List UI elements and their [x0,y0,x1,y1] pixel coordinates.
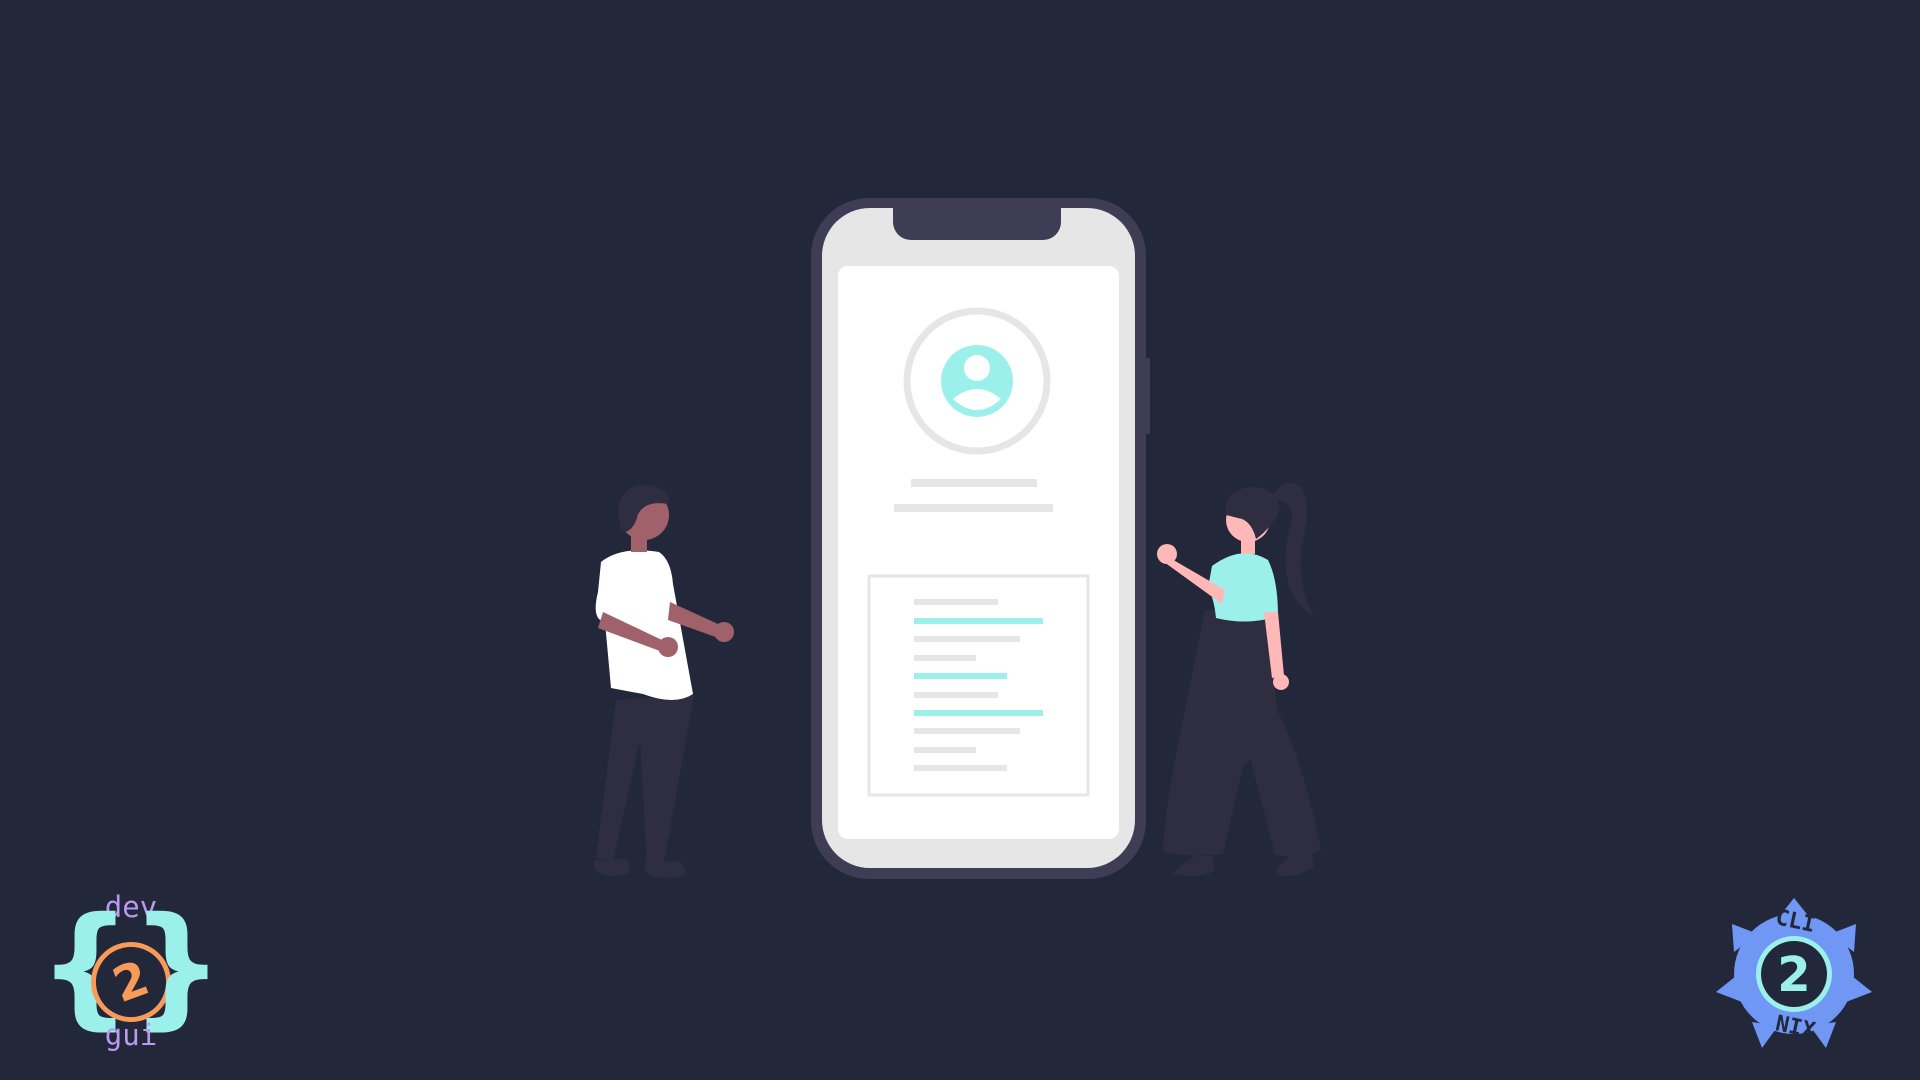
logo-brace-close: } [130,889,224,1043]
cli2nix-badge-icon: CLI 2 NIX [1716,898,1872,1048]
logo-center-two: 2 [1777,947,1810,1003]
phone-illustration [811,198,1150,879]
man-figure [593,484,734,878]
profile-avatar-icon [903,307,1051,455]
illustration-scene [593,198,1321,879]
cli2nix-logo: CLI 2 NIX [1706,894,1882,1054]
profile-name-line [911,479,1037,487]
logo-gui-text: gui [104,1018,158,1052]
woman-figure [1157,482,1321,877]
dev2gui-logo: dev { 2 } gui [38,889,224,1062]
profile-subtitle-line [894,504,1053,512]
